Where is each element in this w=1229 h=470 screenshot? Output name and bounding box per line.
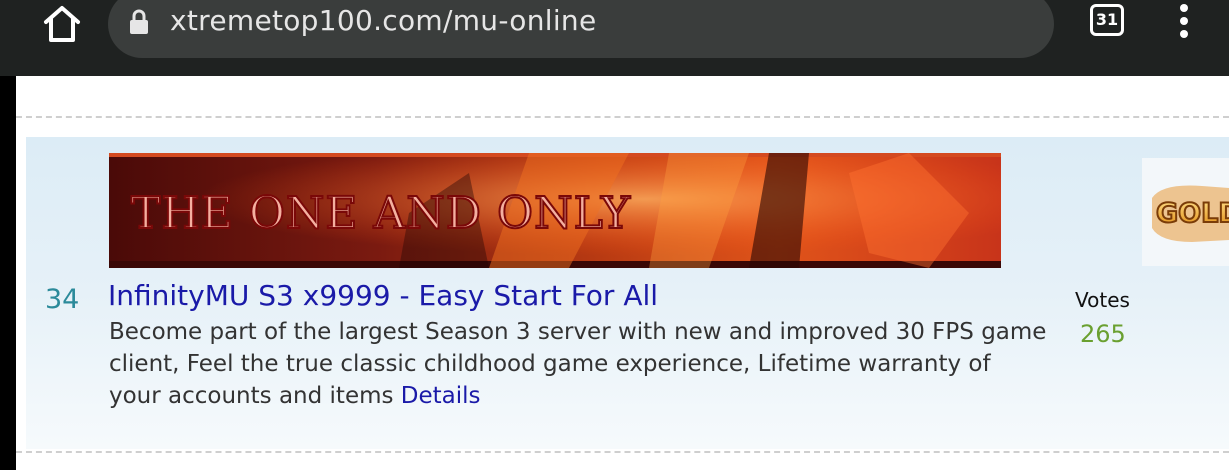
divider	[16, 451, 1229, 453]
browser-toolbar: xtremetop100.com/mu-online 31	[0, 0, 1229, 76]
description-text: Become part of the largest Season 3 serv…	[109, 319, 1047, 409]
lock-icon[interactable]	[128, 9, 150, 35]
banner-text: THE ONE AND ONLY	[131, 188, 631, 239]
page-edge	[0, 76, 16, 470]
details-link[interactable]: Details	[401, 383, 481, 409]
url-text[interactable]: xtremetop100.com/mu-online	[170, 4, 597, 37]
votes-label: Votes	[1075, 288, 1130, 312]
side-ad-banner[interactable]: GOLD	[1142, 158, 1229, 266]
votes-count: 265	[1080, 320, 1126, 348]
divider	[16, 116, 1229, 118]
server-banner[interactable]: THE ONE AND ONLY	[109, 153, 1001, 268]
home-icon[interactable]	[38, 2, 86, 46]
server-title-link[interactable]: InfinityMU S3 x9999 - Easy Start For All	[108, 279, 658, 312]
rank-number: 34	[45, 284, 80, 315]
server-description: Become part of the largest Season 3 serv…	[109, 316, 1049, 412]
side-ad-text: GOLD	[1156, 198, 1229, 229]
more-vert-icon[interactable]	[1176, 4, 1192, 40]
tab-switcher-button[interactable]: 31	[1090, 4, 1124, 36]
